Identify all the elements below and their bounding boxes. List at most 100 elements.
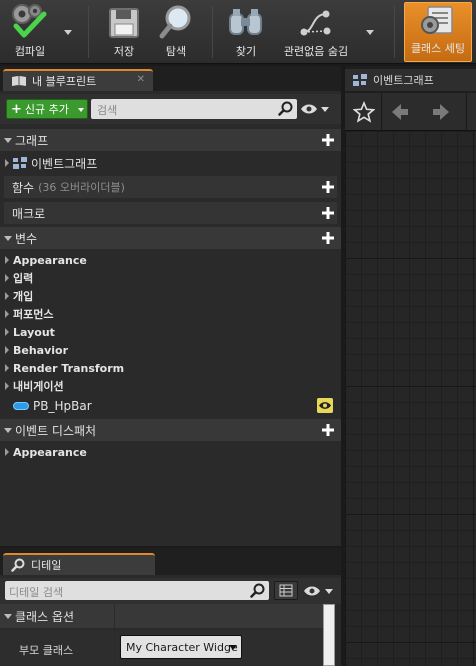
variable-group-label: Layout (13, 325, 55, 339)
tab-event-graph-label: 이벤트그래프 (373, 74, 434, 87)
add-graph-icon[interactable] (321, 133, 335, 147)
collapse-arrow-icon (4, 137, 12, 143)
tab-details-label: 디테일 (31, 559, 62, 572)
functions-override-count: (36 오버라이더블) (38, 181, 125, 194)
event-graph-panel: 이벤트그래프 (345, 66, 476, 666)
back-arrow-icon[interactable] (390, 102, 410, 122)
save-button[interactable]: 저장 (98, 0, 150, 64)
add-new-button[interactable]: + 신규 추가 (6, 99, 88, 119)
variable-group-label: 개입 (13, 290, 34, 303)
browse-label: 탐색 (165, 45, 187, 58)
variable-group-render-transform[interactable]: Render Transform (0, 359, 341, 377)
save-icon (109, 8, 139, 38)
find-button[interactable]: 찾기 (220, 0, 272, 64)
class-settings-button[interactable]: 클래스 세팅 (404, 2, 472, 62)
category-class-options[interactable]: 클래스 옵션 (0, 604, 114, 628)
details-view-options-button[interactable] (303, 585, 335, 600)
property-matrix-button[interactable] (274, 581, 298, 600)
parent-class-value: My Character Widge (126, 641, 238, 654)
variable-group-appearance[interactable]: Appearance (0, 251, 341, 269)
category-functions[interactable]: 함수 (36 오버라이더블) (4, 176, 337, 198)
event-graph-label: 이벤트그래프 (31, 156, 98, 171)
add-event-dispatcher-icon[interactable] (321, 423, 335, 437)
collapse-arrow-icon (4, 613, 12, 619)
variable-group-navigation[interactable]: 내비게이션 (0, 377, 341, 395)
add-variable-icon[interactable] (321, 231, 335, 245)
event-graph-icon (13, 157, 27, 169)
eye-icon (301, 104, 329, 114)
main-toolbar: 컴파일 저장 탐색 찾기 관련없음 숨김 클래스 세팅 (0, 0, 476, 64)
add-function-icon[interactable] (321, 180, 335, 194)
property-value-parent-class: My Character Widge (115, 630, 323, 666)
details-panel: 디테일 디테일 검색 클래스 옵션 부모 클래스 My Character Wi… (0, 548, 341, 666)
close-icon[interactable]: ✕ (137, 74, 145, 85)
forward-arrow-icon[interactable] (431, 102, 451, 122)
magnifier-icon (11, 558, 25, 572)
table-icon (279, 584, 293, 597)
variable-group-label: 내비게이션 (13, 380, 64, 393)
category-variables[interactable]: 변수 (0, 227, 341, 249)
list-item-event-graph[interactable]: 이벤트그래프 (0, 154, 341, 172)
dispatcher-group-appearance[interactable]: Appearance (0, 443, 341, 461)
variable-group-interaction[interactable]: 개입 (0, 287, 341, 305)
variable-group-label: Render Transform (13, 361, 125, 375)
view-options-button[interactable] (300, 103, 330, 118)
details-scrollbar[interactable] (323, 604, 335, 666)
collapse-arrow-icon (4, 235, 12, 241)
add-macro-icon[interactable] (321, 206, 335, 220)
expand-arrow-icon (5, 328, 9, 336)
variable-group-label: Behavior (13, 343, 69, 357)
search-icon (250, 583, 265, 598)
category-graphs[interactable]: 그래프 (0, 129, 341, 151)
category-macros[interactable]: 매크로 (4, 202, 337, 224)
variable-group-input[interactable]: 입력 (0, 269, 341, 287)
class-settings-icon (421, 6, 453, 34)
category-variables-label: 변수 (15, 231, 38, 246)
save-label: 저장 (113, 45, 135, 58)
compile-icon (12, 4, 47, 38)
variable-name: PB_HpBar (33, 399, 92, 413)
details-search-input[interactable]: 디테일 검색 (5, 581, 269, 600)
visibility-eye-icon[interactable] (317, 398, 333, 413)
variable-item-pb-hpbar[interactable]: PB_HpBar (0, 395, 335, 417)
expand-arrow-icon (5, 274, 9, 282)
variable-group-layout[interactable]: Layout (0, 323, 341, 341)
variable-group-label: 입력 (13, 272, 34, 285)
search-icon (278, 101, 293, 116)
category-graphs-label: 그래프 (15, 133, 49, 148)
parent-class-dropdown[interactable]: My Character Widge (120, 635, 242, 659)
tab-details[interactable]: 디테일 (3, 553, 155, 575)
category-event-dispatchers-label: 이벤트 디스패처 (15, 423, 97, 438)
magnifier-icon (159, 5, 191, 39)
hide-unrelated-button[interactable]: 관련없음 숨김 (276, 0, 356, 64)
graph-canvas[interactable] (345, 132, 476, 666)
graph-toolbar (345, 93, 476, 131)
class-settings-label: 클래스 세팅 (410, 42, 466, 55)
collapse-arrow-icon (4, 427, 12, 433)
hide-unrelated-options-arrow[interactable] (366, 30, 374, 35)
blueprint-search-input[interactable]: 검색 (91, 99, 297, 119)
compile-options-arrow[interactable] (64, 30, 72, 35)
star-icon[interactable] (353, 101, 375, 123)
compile-label: 컴파일 (14, 45, 46, 58)
node-graph-icon (300, 10, 331, 36)
variable-group-performance[interactable]: 퍼포먼스 (0, 305, 341, 323)
category-class-options-label: 클래스 옵션 (15, 609, 75, 624)
tab-event-graph[interactable]: 이벤트그래프 (345, 69, 476, 91)
variable-group-behavior[interactable]: Behavior (0, 341, 341, 359)
eye-icon (304, 586, 333, 596)
compile-button[interactable]: 컴파일 (4, 0, 56, 64)
blueprint-search-placeholder: 검색 (97, 104, 118, 117)
toolbar-divider (88, 6, 89, 58)
variable-group-label: 퍼포먼스 (13, 308, 54, 321)
tab-my-blueprint[interactable]: 내 블루프린트 ✕ (3, 69, 153, 91)
variable-type-pill-icon (13, 402, 29, 410)
category-event-dispatchers[interactable]: 이벤트 디스패처 (0, 419, 341, 441)
book-icon (12, 76, 26, 86)
hide-unrelated-label: 관련없음 숨김 (283, 45, 349, 58)
browse-button[interactable]: 탐색 (150, 0, 202, 64)
details-search-row: 디테일 검색 (0, 578, 341, 604)
details-search-placeholder: 디테일 검색 (9, 586, 64, 599)
property-name-parent-class: 부모 클래스 (0, 630, 114, 666)
category-macros-label: 매크로 (12, 206, 46, 221)
